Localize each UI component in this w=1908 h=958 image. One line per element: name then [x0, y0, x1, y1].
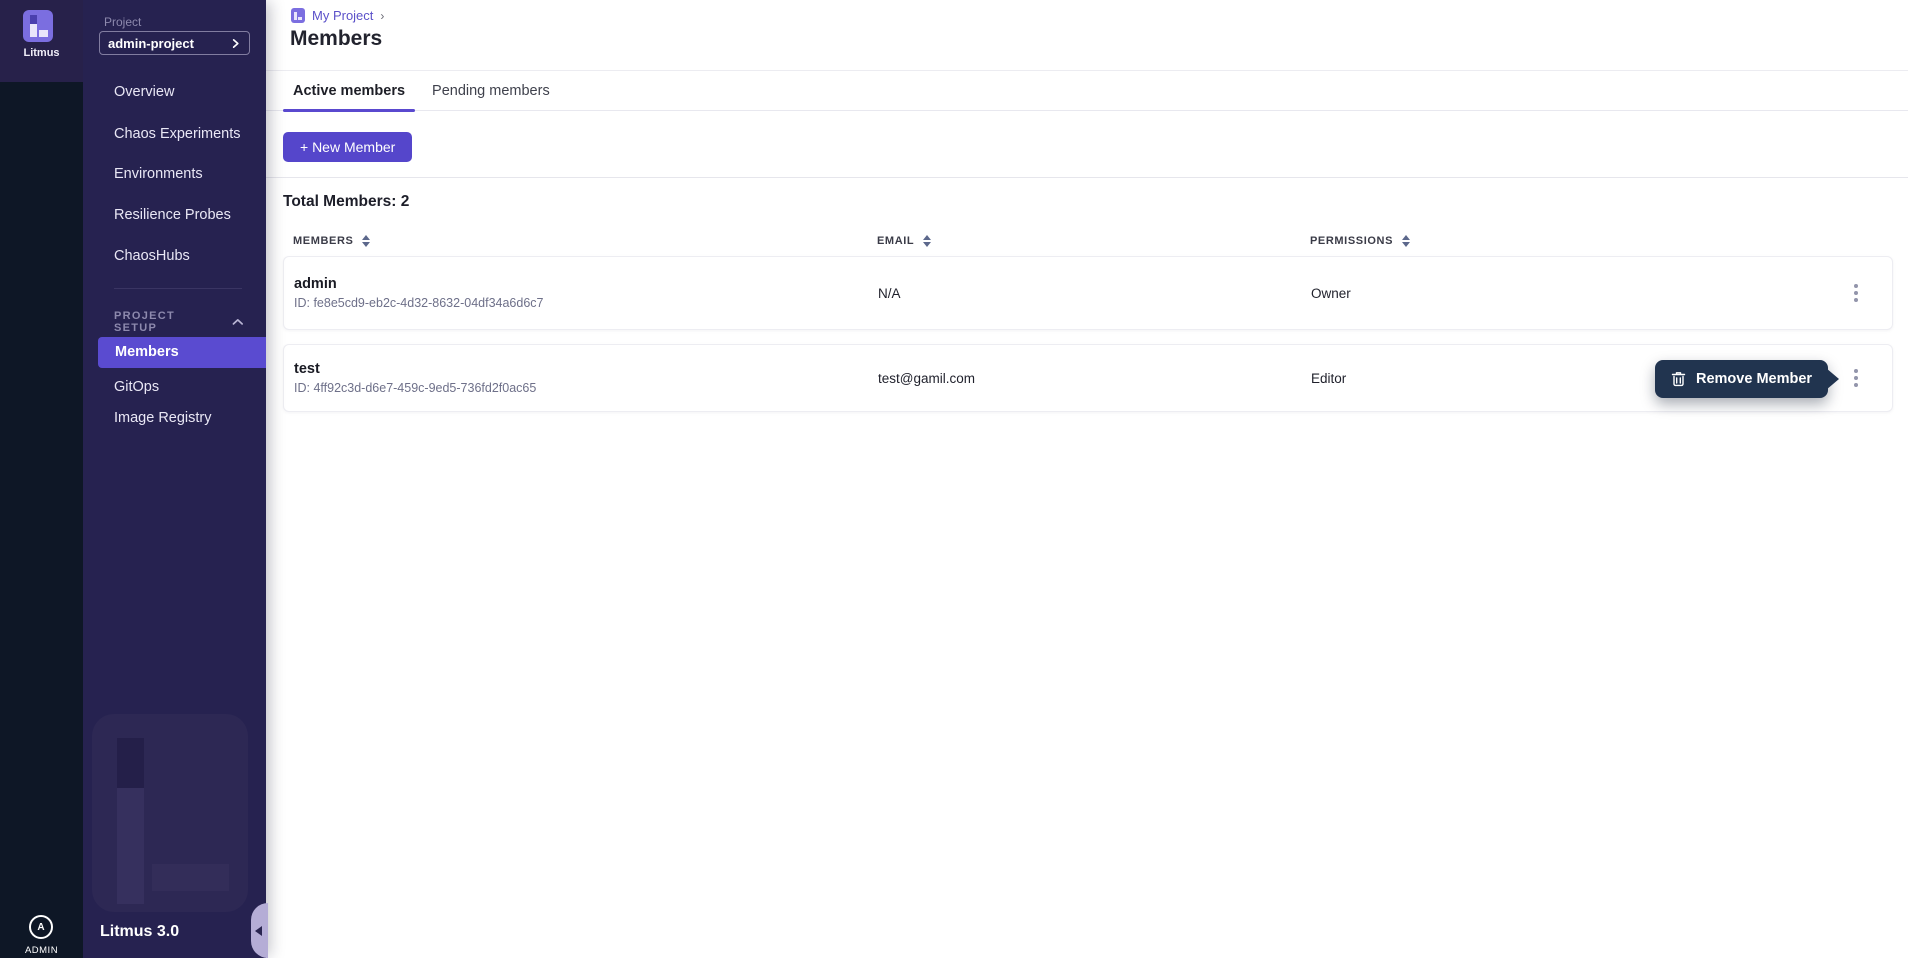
member-name-cell: test ID: 4ff92c3d-d6e7-459c-9ed5-736fd2f…	[294, 361, 878, 395]
members-tabbar: Active members Pending members	[266, 71, 1908, 111]
column-members-label: MEMBERS	[293, 235, 353, 247]
tab-pending-members[interactable]: Pending members	[422, 71, 560, 111]
sidebar-item-gitops[interactable]: GitOps	[83, 377, 266, 397]
member-row-test: test ID: 4ff92c3d-d6e7-459c-9ed5-736fd2f…	[283, 344, 1893, 412]
project-setup-label: PROJECT SETUP	[114, 310, 218, 334]
trash-icon	[1671, 371, 1686, 387]
project-selector-value: admin-project	[108, 36, 230, 51]
sidebar-item-environments[interactable]: Environments	[83, 164, 266, 184]
column-header-email: EMAIL	[877, 235, 1310, 247]
sort-members-icon[interactable]	[362, 235, 370, 247]
chevron-right-icon	[230, 38, 241, 49]
sidebar-item-image-registry[interactable]: Image Registry	[83, 408, 266, 428]
watermark-bar-horizontal	[152, 864, 229, 891]
page-title: Members	[290, 27, 382, 51]
sidebar-item-members[interactable]: Members	[98, 337, 266, 368]
chevron-up-icon	[232, 318, 244, 326]
project-label: Project	[104, 15, 141, 29]
tab-active-members-label: Active members	[293, 83, 405, 99]
member-name: test	[294, 361, 878, 377]
litmus-watermark-logo	[92, 714, 248, 912]
avatar-initial: A	[37, 922, 44, 933]
member-name: admin	[294, 276, 878, 292]
sidebar-divider	[114, 288, 242, 289]
member-email: test@gamil.com	[878, 371, 1311, 386]
sidebar-collapse-handle[interactable]	[251, 903, 268, 958]
collapse-arrow-icon	[255, 926, 262, 936]
admin-username-label: ADMIN	[0, 945, 83, 956]
litmus-logo-icon	[23, 10, 53, 42]
project-selector[interactable]: admin-project	[99, 31, 250, 55]
sidebar-item-resilience-probes[interactable]: Resilience Probes	[83, 205, 266, 225]
tab-active-members[interactable]: Active members	[283, 71, 415, 111]
user-avatar[interactable]: A	[29, 915, 53, 939]
member-id: ID: 4ff92c3d-d6e7-459c-9ed5-736fd2f0ac65	[294, 381, 878, 395]
breadcrumb: My Project ›	[291, 8, 384, 23]
member-row-admin: admin ID: fe8e5cd9-eb2c-4d32-8632-04df34…	[283, 256, 1893, 330]
column-permissions-label: PERMISSIONS	[1310, 235, 1393, 247]
row-menu-kebab-icon[interactable]	[1844, 279, 1868, 307]
member-email: N/A	[878, 286, 1311, 301]
litmus-app: Litmus A ADMIN Project admin-project Ove…	[0, 0, 1908, 958]
litmus-logo-label: Litmus	[0, 47, 83, 59]
main-content: My Project › Members Active members Pend…	[266, 0, 1908, 958]
litmus-logo-block: Litmus	[0, 0, 83, 82]
row-menu-kebab-icon[interactable]	[1844, 364, 1868, 392]
breadcrumb-project-link[interactable]: My Project	[312, 8, 373, 23]
column-header-permissions: PERMISSIONS	[1310, 235, 1845, 247]
new-member-button[interactable]: + New Member	[283, 132, 412, 162]
member-id: ID: fe8e5cd9-eb2c-4d32-8632-04df34a6d6c7	[294, 296, 878, 310]
sidebar-item-chaoshubs[interactable]: ChaosHubs	[83, 246, 266, 266]
column-email-label: EMAIL	[877, 235, 914, 247]
toolbar-divider	[266, 177, 1908, 178]
version-label: Litmus 3.0	[100, 923, 179, 941]
project-setup-section-toggle[interactable]: PROJECT SETUP	[114, 310, 244, 334]
sort-email-icon[interactable]	[923, 235, 931, 247]
breadcrumb-project-icon	[291, 8, 305, 23]
logo-bar-vertical	[30, 24, 37, 37]
logo-bar-dark	[30, 15, 37, 24]
logo-bar-horizontal	[39, 30, 48, 37]
sidebar-item-chaos-experiments[interactable]: Chaos Experiments	[83, 124, 266, 144]
watermark-bar-dark	[117, 738, 144, 788]
total-members-label: Total Members: 2	[283, 193, 409, 211]
members-table-header: MEMBERS EMAIL PERMISSIONS	[283, 229, 1893, 253]
breadcrumb-chevron-icon: ›	[380, 9, 384, 23]
active-tab-underline	[283, 109, 415, 112]
sort-permissions-icon[interactable]	[1402, 235, 1410, 247]
column-header-members: MEMBERS	[293, 235, 877, 247]
tooltip-arrow	[1826, 368, 1839, 390]
sidebar: Project admin-project Overview Chaos Exp…	[83, 0, 266, 958]
remove-member-label: Remove Member	[1696, 371, 1812, 387]
member-permission: Owner	[1311, 286, 1844, 301]
sidebar-item-overview[interactable]: Overview	[83, 82, 266, 102]
remove-member-menu[interactable]: Remove Member	[1655, 360, 1828, 398]
member-name-cell: admin ID: fe8e5cd9-eb2c-4d32-8632-04df34…	[294, 276, 878, 310]
tab-pending-members-label: Pending members	[432, 83, 550, 99]
watermark-bar-vertical	[117, 788, 144, 904]
icon-rail: Litmus A ADMIN	[0, 0, 83, 958]
